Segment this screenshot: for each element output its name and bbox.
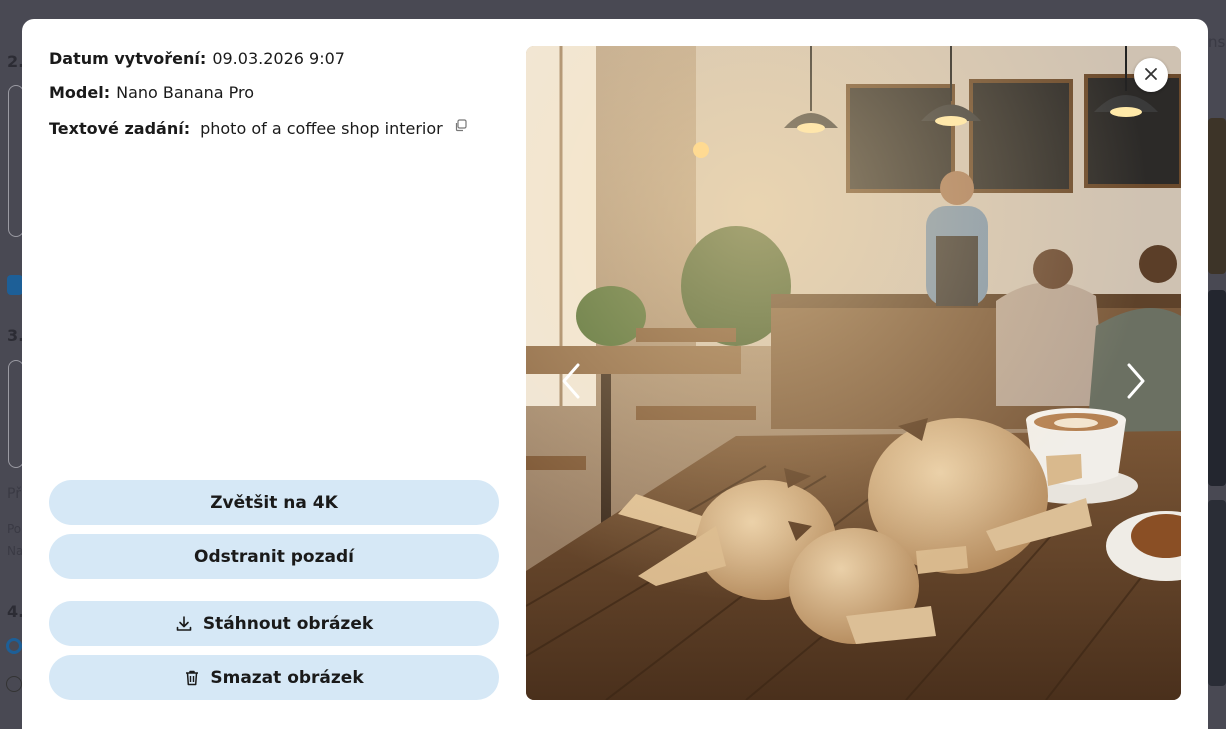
model-label: Model: [49,83,111,102]
bg-radio-selected [6,638,22,654]
chevron-left-icon[interactable] [551,356,591,406]
bg-checkbox [7,275,23,295]
download-image-label: Stáhnout obrázek [202,613,374,634]
download-icon [175,615,193,633]
chevron-right-icon[interactable] [1116,356,1156,406]
model-row: Model: Nano Banana Pro [49,83,254,102]
trash-icon [184,669,200,687]
generated-image [526,46,1181,700]
coffee-shop-photo [526,46,1181,700]
bg-thumbnail [1208,500,1226,686]
copy-icon[interactable] [454,117,467,136]
upscale-4k-button[interactable]: Zvětšit na 4K [49,480,499,525]
bg-radio [6,676,22,692]
delete-image-label: Smazat obrázek [210,667,364,688]
close-button[interactable] [1134,58,1168,92]
bg-text-fragment: Po [7,522,22,536]
remove-background-button[interactable]: Odstranit pozadí [49,534,499,579]
created-label: Datum vytvoření: [49,49,207,68]
close-icon [1144,66,1158,85]
image-detail-modal: Datum vytvoření: 09.03.2026 9:07 Model: Na… [22,19,1208,729]
delete-image-button[interactable]: Smazat obrázek [49,655,499,700]
model-value: Nano Banana Pro [116,83,255,102]
bg-thumbnail [1208,290,1226,486]
bg-thumbnail [1208,118,1226,274]
remove-background-label: Odstranit pozadí [194,546,354,567]
bg-text-fragment: Př [7,486,21,502]
prompt-row: Textové zadání: photo of a coffee shop in… [49,117,467,138]
prompt-value: photo of a coffee shop interior [200,119,443,138]
bg-text-fragment: nsp [1208,33,1226,51]
download-image-button[interactable]: Stáhnout obrázek [49,601,499,646]
bg-text-fragment: Na [7,544,24,558]
created-value: 09.03.2026 9:07 [212,49,345,68]
created-row: Datum vytvoření: 09.03.2026 9:07 [49,49,345,68]
upscale-4k-label: Zvětšit na 4K [210,492,338,513]
prompt-label: Textové zadání: [49,119,191,138]
